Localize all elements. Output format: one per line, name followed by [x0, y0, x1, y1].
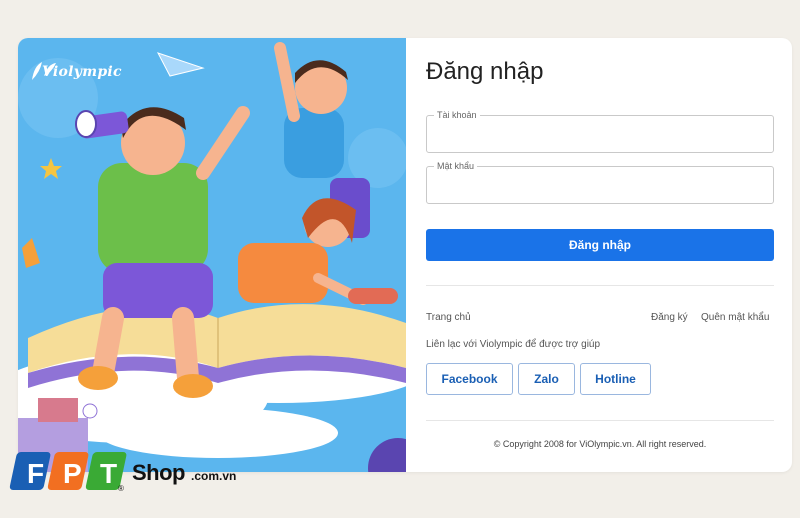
password-field-label: Mật khẩu	[434, 160, 478, 172]
login-button[interactable]: Đăng nhập	[426, 229, 774, 261]
brand-logo: Violympic	[42, 64, 122, 80]
zalo-button[interactable]: Zalo	[518, 363, 575, 395]
facebook-button[interactable]: Facebook	[426, 363, 513, 395]
forgot-password-link[interactable]: Quên mật khẩu	[701, 312, 769, 323]
home-link[interactable]: Trang chủ	[426, 312, 471, 323]
star-icon	[40, 158, 62, 179]
account-field-wrapper: Tài khoản	[426, 109, 774, 153]
login-panel: Đăng nhập Tài khoản Mật khẩu Đăng nhập T…	[406, 38, 792, 472]
divider-top	[426, 285, 774, 286]
shop-text: Shop	[132, 460, 186, 485]
password-field-wrapper: Mật khẩu	[426, 160, 774, 204]
fpt-letter-t: T	[100, 458, 117, 489]
domain-text: .com.vn	[191, 469, 237, 483]
hero-illustration: Violympic	[18, 38, 406, 472]
hotline-button[interactable]: Hotline	[580, 363, 651, 395]
paper-plane-icon	[156, 52, 205, 77]
registered-mark: ®	[118, 484, 124, 493]
divider-bottom	[426, 420, 774, 421]
copyright-text: © Copyright 2008 for ViOlympic.vn. All r…	[493, 439, 707, 449]
page-title: Đăng nhập	[426, 58, 544, 85]
password-input[interactable]	[427, 167, 773, 203]
fpt-letter-p: P	[63, 458, 82, 489]
kids-reading-illustration	[18, 42, 406, 472]
telescope-icon	[75, 110, 129, 139]
register-link[interactable]: Đăng ký	[651, 312, 688, 323]
account-input[interactable]	[427, 116, 773, 152]
help-text: Liên lạc với Violympic để được trợ giúp	[426, 339, 601, 350]
fpt-letter-f: F	[27, 458, 44, 489]
fpt-logo: F P T	[9, 452, 127, 490]
login-card: Violympic Đăng nhập Tài khoản Mật khẩu Đ…	[18, 38, 792, 472]
account-field-label: Tài khoản	[434, 109, 480, 121]
